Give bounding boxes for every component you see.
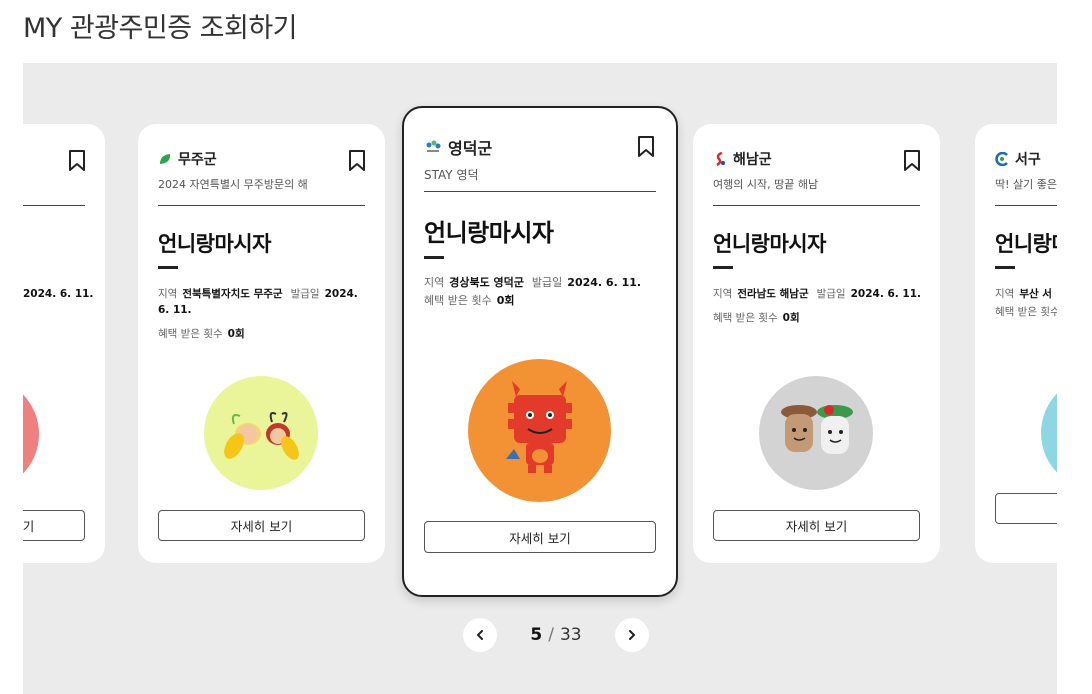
- detail-button[interactable]: [995, 493, 1057, 524]
- detail-button[interactable]: 자세히 보기: [23, 510, 85, 541]
- page-indicator: 5/33: [497, 625, 615, 645]
- card-carousel: 2024. 6. 11. 자세히 보기 무주군 2024 자연특별시 무주방문의…: [23, 63, 1057, 694]
- card-divider: [995, 205, 1057, 206]
- region-name: 해남군: [733, 152, 772, 168]
- chevron-left-icon: [476, 630, 483, 640]
- region-name: 서구: [1015, 152, 1041, 168]
- region-logo-icon: [716, 152, 725, 166]
- card-info: 2024. 6. 11.: [23, 286, 105, 302]
- region-value: 전라남도 해남군: [737, 288, 809, 300]
- next-button[interactable]: [615, 618, 649, 652]
- issue-date-value: 2024. 6. 11.: [850, 288, 922, 300]
- region-slogan: 여행의 시작, 땅끝 해남: [713, 178, 819, 191]
- issue-label: 발급일: [290, 288, 320, 300]
- benefit-label: 혜택 받은 횟수: [713, 312, 778, 324]
- region-slogan: 딱! 살기 좋은: [995, 178, 1057, 191]
- prev-button[interactable]: [463, 618, 497, 652]
- card-header: 해남군 여행의 시작, 땅끝 해남: [713, 148, 920, 192]
- mascot-image: [468, 359, 611, 502]
- benefit-label: 혜택 받은 횟수: [158, 328, 223, 340]
- card-info: 지역 전북특별자치도 무주군 발급일 2024. 6. 11. 혜택 받은 횟수 0회: [158, 286, 369, 342]
- card-header: 서구 딱! 살기 좋은: [995, 148, 1057, 192]
- region-logo-icon: [426, 140, 441, 152]
- bookmark-icon[interactable]: [68, 150, 86, 172]
- benefit-label: 혜택 받은 횟수: [995, 306, 1057, 318]
- title-dash: [424, 256, 444, 259]
- mascot-image: [23, 377, 39, 491]
- bookmark-icon[interactable]: [348, 150, 366, 172]
- region-value: 경상북도 영덕군: [449, 276, 524, 289]
- resident-card-partial-right: 서구 딱! 살기 좋은 언니랑마시자 지역 부산 서 혜택 받은 횟수: [975, 124, 1057, 563]
- card-info: 지역 전라남도 해남군 발급일 2024. 6. 11. 혜택 받은 횟수 0회: [713, 286, 924, 326]
- page-title: MY 관광주민증 조회하기: [23, 13, 298, 44]
- card-header: 무주군 2024 자연특별시 무주방문의 해: [158, 148, 365, 192]
- title-dash: [158, 266, 178, 269]
- region-logo-icon: [160, 154, 171, 164]
- issue-date-value: 2024. 6. 11.: [567, 276, 642, 289]
- title-dash: [995, 266, 1015, 269]
- resident-card-partial-left: 2024. 6. 11. 자세히 보기: [23, 124, 105, 563]
- detail-button[interactable]: 자세히 보기: [158, 510, 365, 541]
- total-pages: 33: [559, 625, 582, 645]
- card-divider: [158, 205, 365, 206]
- card-divider: [713, 205, 920, 206]
- card-info: 지역 부산 서 혜택 받은 횟수: [995, 286, 1057, 320]
- issue-date-value: 2024. 6. 11.: [23, 288, 94, 300]
- card-info: 지역 경상북도 영덕군 발급일 2024. 6. 11. 혜택 받은 횟수 0회: [424, 275, 660, 309]
- resident-card-muju[interactable]: 무주군 2024 자연특별시 무주방문의 해 언니랑마시자 지역 전북특별자치도 …: [138, 124, 385, 563]
- region-label: 지역: [424, 276, 445, 289]
- mascot-image: [1041, 376, 1057, 490]
- mascot-image: [759, 376, 873, 490]
- card-title: 언니랑마시자: [995, 232, 1057, 256]
- region-name: 영덕군: [448, 139, 493, 158]
- benefit-count-value: 0회: [782, 312, 800, 324]
- card-divider: [23, 205, 85, 206]
- region-value: 부산 서: [1019, 288, 1052, 300]
- chevron-right-icon: [629, 630, 636, 640]
- region-label: 지역: [713, 288, 733, 300]
- benefit-count-value: 0회: [227, 328, 245, 340]
- bookmark-icon[interactable]: [903, 150, 921, 172]
- mascot-image: [204, 376, 318, 490]
- card-title: 언니랑마시자: [424, 219, 554, 247]
- card-title: 언니랑마시자: [713, 232, 826, 256]
- region-label: 지역: [158, 288, 178, 300]
- region-slogan: STAY 영덕: [424, 168, 479, 182]
- benefit-count-value: 0회: [496, 294, 515, 307]
- issue-label: 발급일: [531, 276, 563, 289]
- bookmark-icon[interactable]: [637, 136, 655, 158]
- resident-card-yeongdeok[interactable]: 영덕군 STAY 영덕 언니랑마시자 지역 경상북도 영덕군 발급일 2024. 6.…: [402, 106, 678, 597]
- region-slogan: 2024 자연특별시 무주방문의 해: [158, 178, 308, 191]
- detail-button[interactable]: 자세히 보기: [424, 521, 656, 553]
- region-value: 전북특별자치도 무주군: [182, 288, 283, 300]
- region-logo-icon: [995, 152, 1008, 166]
- region-label: 지역: [995, 288, 1015, 300]
- issue-label: 발급일: [816, 288, 846, 300]
- carousel-pager: 5/33: [463, 618, 649, 652]
- card-divider: [424, 191, 656, 192]
- current-page: 5: [530, 625, 543, 645]
- benefit-label: 혜택 받은 횟수: [424, 294, 492, 307]
- region-name: 무주군: [178, 152, 217, 168]
- resident-card-haenam[interactable]: 해남군 여행의 시작, 땅끝 해남 언니랑마시자 지역 전라남도 해남군 발급일 20…: [693, 124, 940, 563]
- card-header: 영덕군 STAY 영덕: [424, 136, 656, 183]
- card-title: 언니랑마시자: [158, 232, 271, 256]
- detail-button[interactable]: 자세히 보기: [713, 510, 920, 541]
- title-dash: [713, 266, 733, 269]
- page-separator: /: [548, 625, 554, 645]
